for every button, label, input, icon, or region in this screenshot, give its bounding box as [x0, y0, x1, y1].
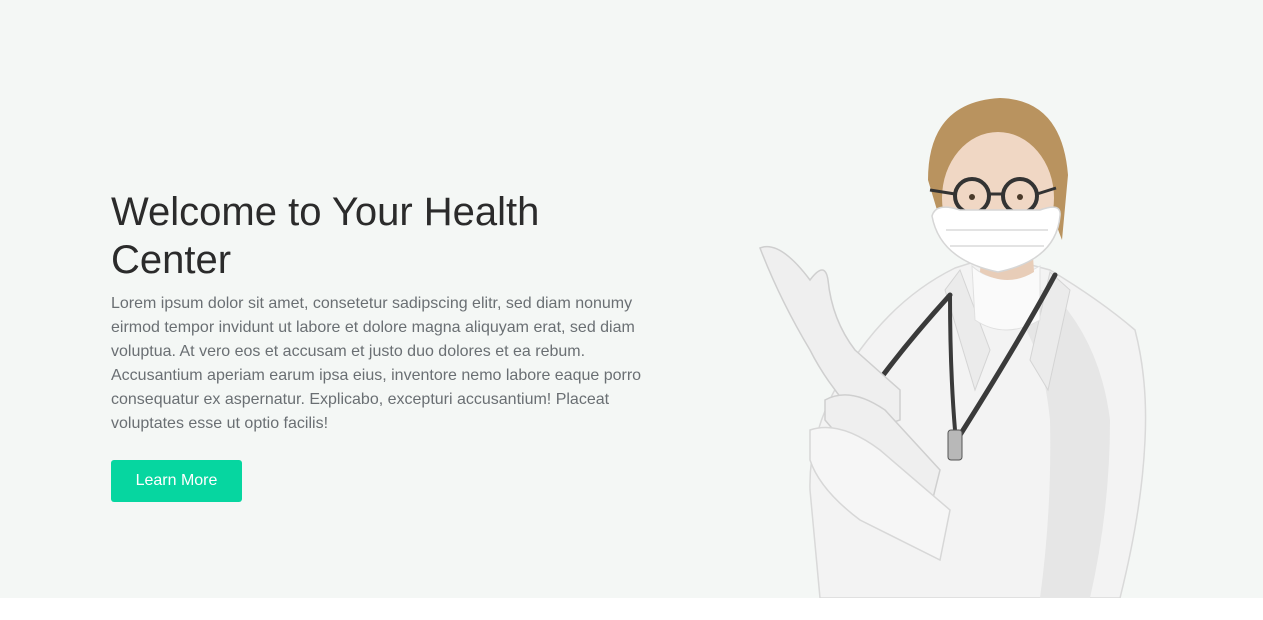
- hero-section: Welcome to Your Health Center Lorem ipsu…: [0, 0, 1263, 598]
- hero-description: Lorem ipsum dolor sit amet, consetetur s…: [111, 295, 642, 432]
- hero-title: Welcome to Your Health Center: [111, 190, 540, 282]
- doctor-image: [759, 98, 1147, 598]
- learn-more-button[interactable]: Learn More: [111, 460, 242, 502]
- hero-text-block: Welcome to Your Health Center Lorem ipsu…: [111, 188, 656, 436]
